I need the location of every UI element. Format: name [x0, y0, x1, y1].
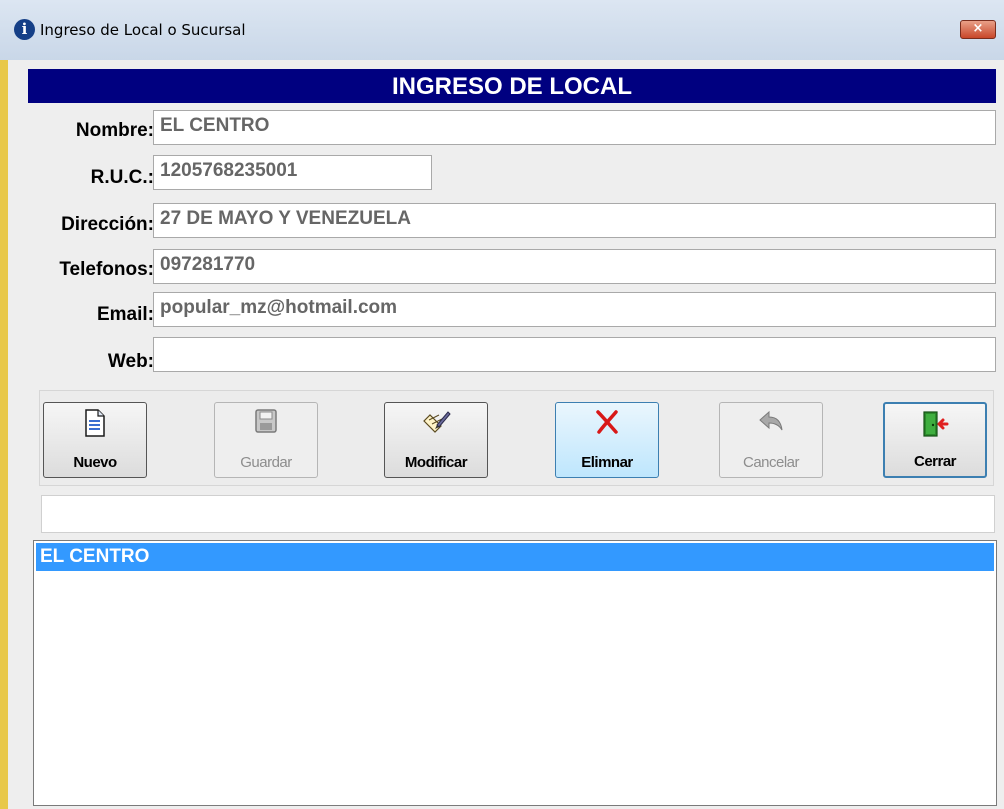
action-toolbar	[39, 390, 994, 486]
ruc-field[interactable]: 1205768235001	[153, 155, 432, 190]
telefonos-label: Telefonos:	[59, 259, 154, 280]
guardar-button[interactable]: Guardar	[214, 402, 318, 478]
eliminar-label: Elimnar	[581, 454, 633, 471]
window-title: Ingreso de Local o Sucursal	[40, 21, 246, 39]
telefonos-field[interactable]: 097281770	[153, 249, 996, 284]
ruc-label: R.U.C.:	[90, 167, 154, 188]
eliminar-button[interactable]: Elimnar	[555, 402, 659, 478]
cerrar-button[interactable]: Cerrar	[883, 402, 987, 478]
web-field[interactable]	[153, 337, 996, 372]
new-document-icon	[44, 409, 146, 439]
direccion-label: Dirección:	[61, 214, 154, 235]
cerrar-label: Cerrar	[913, 453, 957, 470]
locales-listbox[interactable]: EL CENTRO	[33, 540, 997, 806]
red-x-icon	[556, 409, 658, 439]
modificar-label: Modificar	[404, 454, 468, 471]
app-window: i Ingreso de Local o Sucursal × INGRESO …	[0, 0, 1004, 809]
close-button[interactable]: ×	[960, 20, 996, 39]
floppy-disk-icon	[215, 409, 317, 439]
email-field[interactable]: popular_mz@hotmail.com	[153, 292, 996, 327]
nuevo-button[interactable]: Nuevo	[43, 402, 147, 478]
cancelar-label: Cancelar	[742, 454, 800, 471]
guardar-label: Guardar	[240, 454, 292, 471]
undo-arrow-icon	[720, 409, 822, 439]
nombre-field[interactable]: EL CENTRO	[153, 110, 996, 145]
web-label: Web:	[107, 351, 154, 372]
cancelar-button[interactable]: Cancelar	[719, 402, 823, 478]
nuevo-label: Nuevo	[73, 454, 117, 471]
exit-door-icon	[885, 410, 985, 440]
modificar-button[interactable]: Modificar	[384, 402, 488, 478]
email-label: Email:	[96, 304, 154, 325]
status-field[interactable]	[41, 495, 995, 533]
nombre-label: Nombre:	[75, 120, 154, 141]
title-bar[interactable]: i Ingreso de Local o Sucursal ×	[0, 0, 1004, 60]
edit-pencil-icon	[385, 409, 487, 439]
direccion-field[interactable]: 27 DE MAYO Y VENEZUELA	[153, 203, 996, 238]
list-item[interactable]: EL CENTRO	[36, 543, 994, 571]
form-header: INGRESO DE LOCAL	[28, 69, 996, 103]
info-icon: i	[14, 19, 35, 40]
